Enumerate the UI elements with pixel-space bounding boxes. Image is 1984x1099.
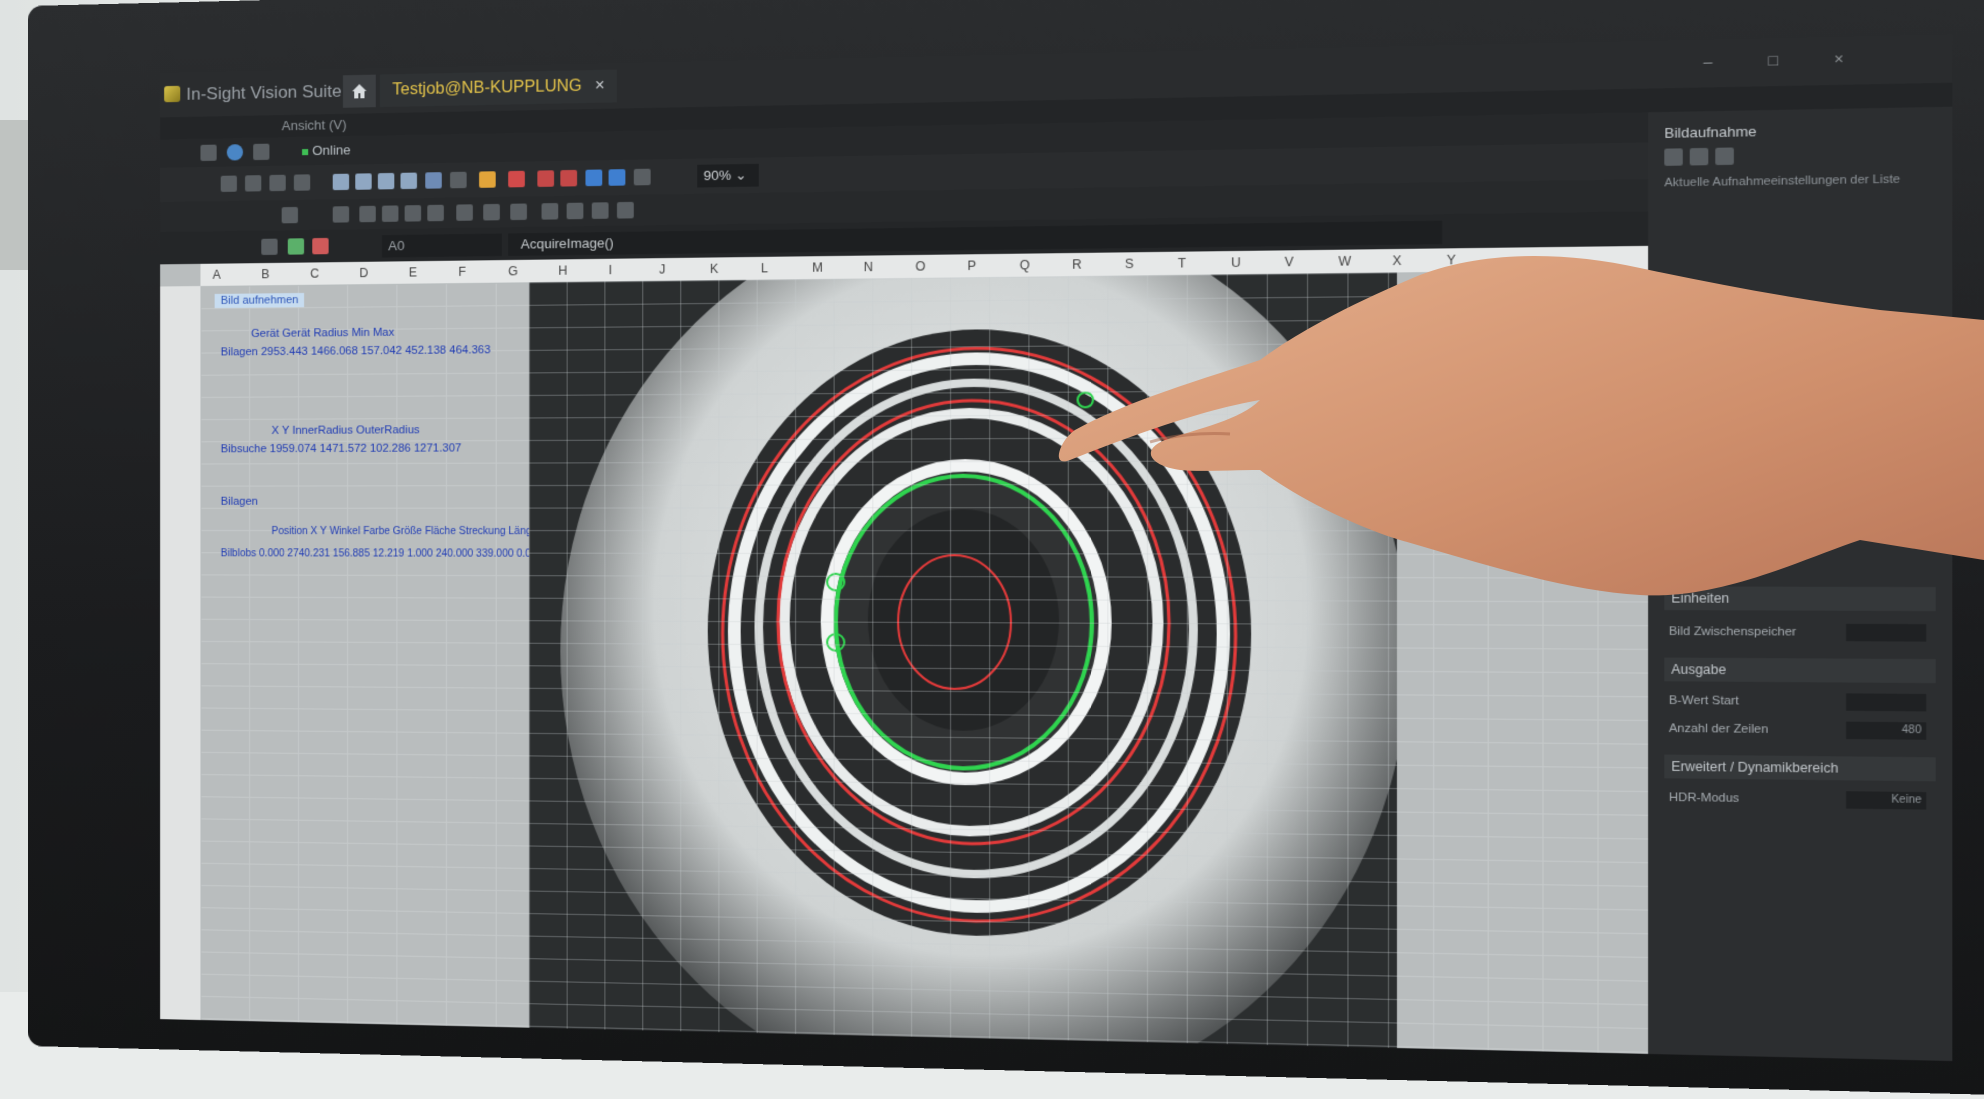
scene: In-Sight Vision Suite Testjob@NB-KUPPLUN… [0,0,1984,1099]
hand-shape [1058,255,1984,596]
pointing-hand [1058,255,1984,596]
